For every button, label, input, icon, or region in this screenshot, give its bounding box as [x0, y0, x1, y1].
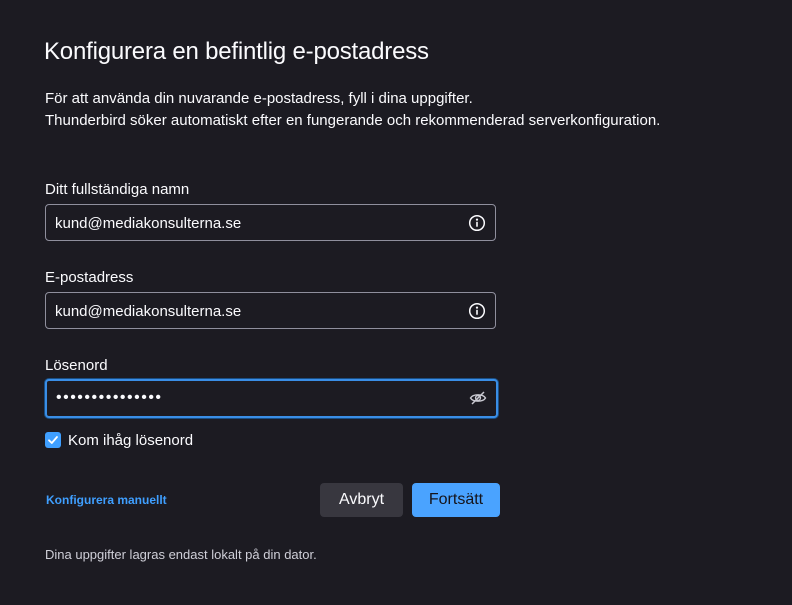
full-name-value[interactable]: kund@mediakonsulterna.se — [55, 215, 241, 232]
full-name-label: Ditt fullständiga namn — [45, 181, 190, 198]
manual-config-link[interactable]: Konfigurera manuellt — [46, 493, 167, 507]
remember-password-checkbox[interactable] — [45, 432, 61, 448]
privacy-note: Dina uppgifter lagras endast lokalt på d… — [45, 547, 317, 562]
page-title: Konfigurera en befintlig e-postadress — [44, 38, 429, 65]
intro-line-1: För att använda din nuvarande e-postadre… — [45, 90, 473, 107]
remember-password-row[interactable]: Kom ihåg lösenord — [45, 431, 193, 449]
email-value[interactable]: kund@mediakonsulterna.se — [55, 303, 241, 320]
checkmark-icon — [48, 436, 58, 444]
info-icon[interactable] — [468, 302, 486, 320]
eye-slash-icon[interactable] — [469, 389, 487, 407]
password-input[interactable]: ••••••••••••••• — [45, 379, 498, 418]
remember-password-label[interactable]: Kom ihåg lösenord — [68, 432, 193, 449]
email-label: E-postadress — [45, 269, 134, 286]
email-input[interactable]: kund@mediakonsulterna.se — [45, 292, 496, 329]
info-icon[interactable] — [468, 214, 486, 232]
password-value[interactable]: ••••••••••••••• — [56, 389, 163, 407]
full-name-input[interactable]: kund@mediakonsulterna.se — [45, 204, 496, 241]
intro-line-2: Thunderbird söker automatiskt efter en f… — [45, 112, 661, 129]
password-label: Lösenord — [45, 357, 108, 374]
continue-button[interactable]: Fortsätt — [412, 483, 500, 517]
cancel-button[interactable]: Avbryt — [320, 483, 403, 517]
intro-text: För att använda din nuvarande e-postadre… — [45, 88, 660, 132]
